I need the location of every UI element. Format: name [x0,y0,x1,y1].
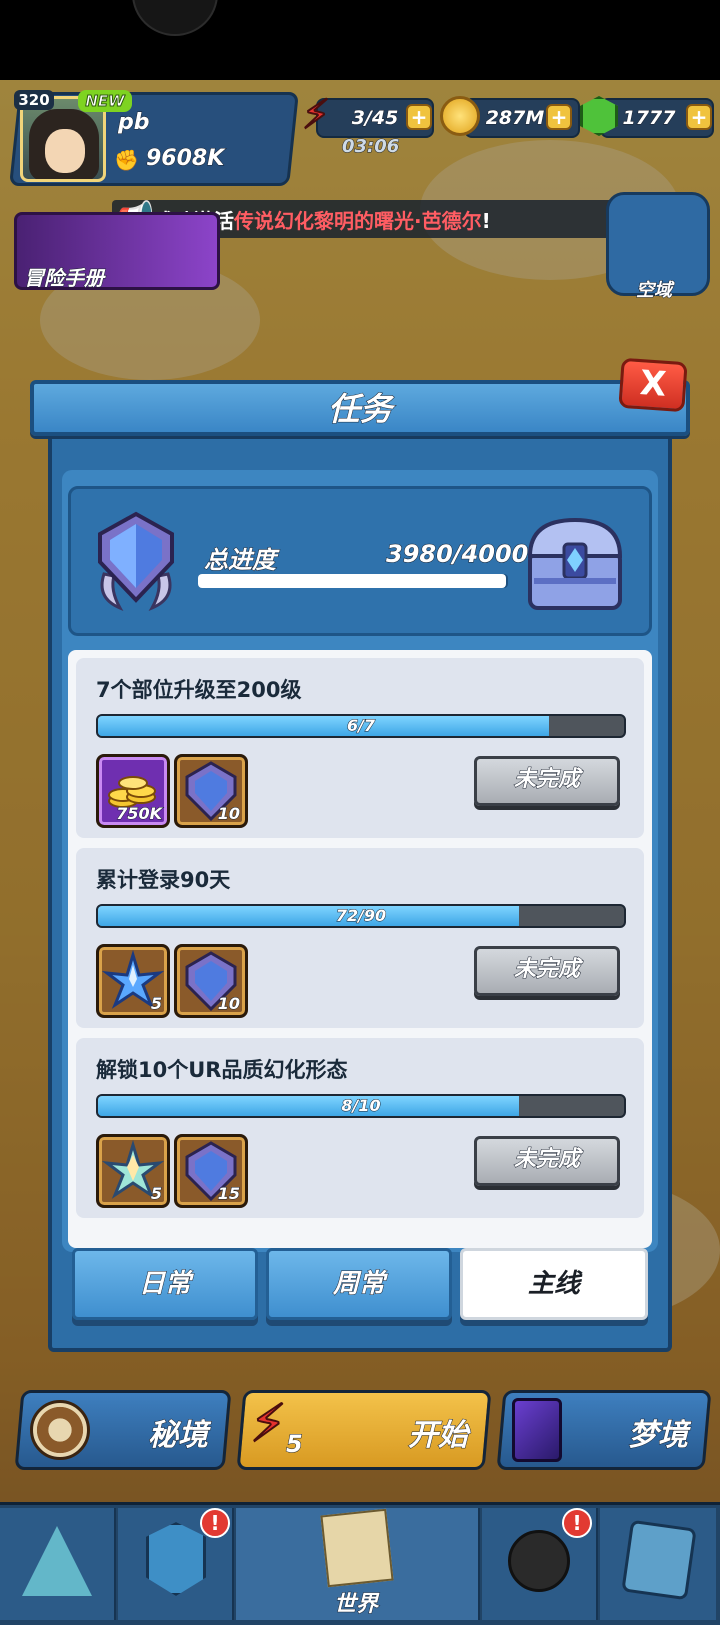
combat-power: 9608K [145,146,225,172]
lightning-icon: ⚡ [301,91,331,139]
status-bar [0,0,720,80]
close-button[interactable]: X [618,357,688,413]
tab-label: 周常 [332,1269,385,1300]
ice-crystal-icon [22,1526,92,1596]
total-progress-fill [198,574,507,588]
lightning-icon: ⚡ [249,1393,287,1455]
nav-character[interactable] [0,1508,116,1620]
energy-timer: 03:06 [341,136,400,158]
task-title: 累计登录90天 [96,868,231,892]
task-status-button[interactable]: 未完成 [474,1136,620,1186]
book-icon [621,1519,697,1601]
card-icon [512,1398,562,1462]
new-badge: NEW [78,90,132,112]
alert-badge: ! [200,1508,230,1538]
alert-badge: ! [562,1508,592,1538]
fist-icon: ✊ [114,148,139,172]
reward-crest[interactable]: 10 [174,754,248,828]
start-cost: 5 [286,1430,304,1459]
reward-qty: 10 [217,804,240,824]
upgrade-shield-icon [146,1522,206,1596]
add-coins-button[interactable]: + [546,104,572,130]
reward-star[interactable]: 5 [96,1134,170,1208]
reward-qty: 750K [116,804,163,824]
map-icon [320,1508,394,1588]
reward-gold-coins[interactable]: 750K [96,754,170,828]
task-item: 7个部位升级至200级 6/7 750K 10 未完成 [76,658,644,838]
secret-realm-label: 秘境 [148,1418,209,1454]
start-label: 开始 [408,1418,469,1454]
reward-crest[interactable]: 15 [174,1134,248,1208]
task-progress-bar: 72/90 [96,904,626,928]
task-status-label: 未完成 [513,957,580,983]
reward-qty: 5 [150,1184,162,1204]
tab-daily[interactable]: 日常 [72,1248,258,1320]
task-item: 累计登录90天 72/90 5 10 未完成 [76,848,644,1028]
reward-qty: 15 [217,1184,240,1204]
task-item: 解锁10个UR品质幻化形态 8/10 5 15 未完成 [76,1038,644,1218]
treasure-chest-icon[interactable] [520,508,630,618]
nav-upgrade[interactable]: ! [118,1508,234,1620]
task-title: 解锁10个UR品质幻化形态 [96,1058,348,1082]
tab-label: 日常 [138,1269,191,1300]
nav-collection[interactable] [600,1508,716,1620]
task-title: 7个部位升级至200级 [96,678,302,702]
tab-main[interactable]: 主线 [460,1248,648,1320]
task-status-label: 未完成 [513,767,580,793]
task-status-button[interactable]: 未完成 [474,946,620,996]
nav-world-label: 世界 [333,1592,379,1618]
total-progress-label: 总进度 [204,546,277,575]
task-status-button[interactable]: 未完成 [474,756,620,806]
reward-crest[interactable]: 10 [174,944,248,1018]
modal-title: 任务 [327,390,392,429]
add-gems-button[interactable]: + [686,104,712,130]
add-energy-button[interactable]: + [406,104,432,130]
task-status-label: 未完成 [513,1147,580,1173]
airspace-label: 空域 [636,280,673,302]
reward-qty: 5 [150,994,162,1014]
tab-label: 主线 [527,1269,580,1299]
coin-icon [440,96,480,136]
player-name: pb [118,110,150,136]
dreamland-label: 梦境 [628,1418,689,1454]
reward-star[interactable]: 5 [96,944,170,1018]
task-progress-text: 8/10 [341,1096,381,1116]
rank-crest-icon [98,511,174,612]
target-icon [30,1400,90,1460]
task-progress-text: 72/90 [335,906,387,926]
nav-pets[interactable]: ! [482,1508,598,1620]
tab-weekly[interactable]: 周常 [266,1248,452,1320]
adventure-manual-label: 冒险手册 [24,266,105,291]
pet-icon [508,1530,570,1592]
reward-qty: 10 [217,994,240,1014]
task-progress-bar: 6/7 [96,714,626,738]
player-level-badge: 320 [14,90,54,110]
total-progress-value: 3980/4000 [385,540,529,569]
task-progress-text: 6/7 [346,716,376,736]
task-progress-bar: 8/10 [96,1094,626,1118]
